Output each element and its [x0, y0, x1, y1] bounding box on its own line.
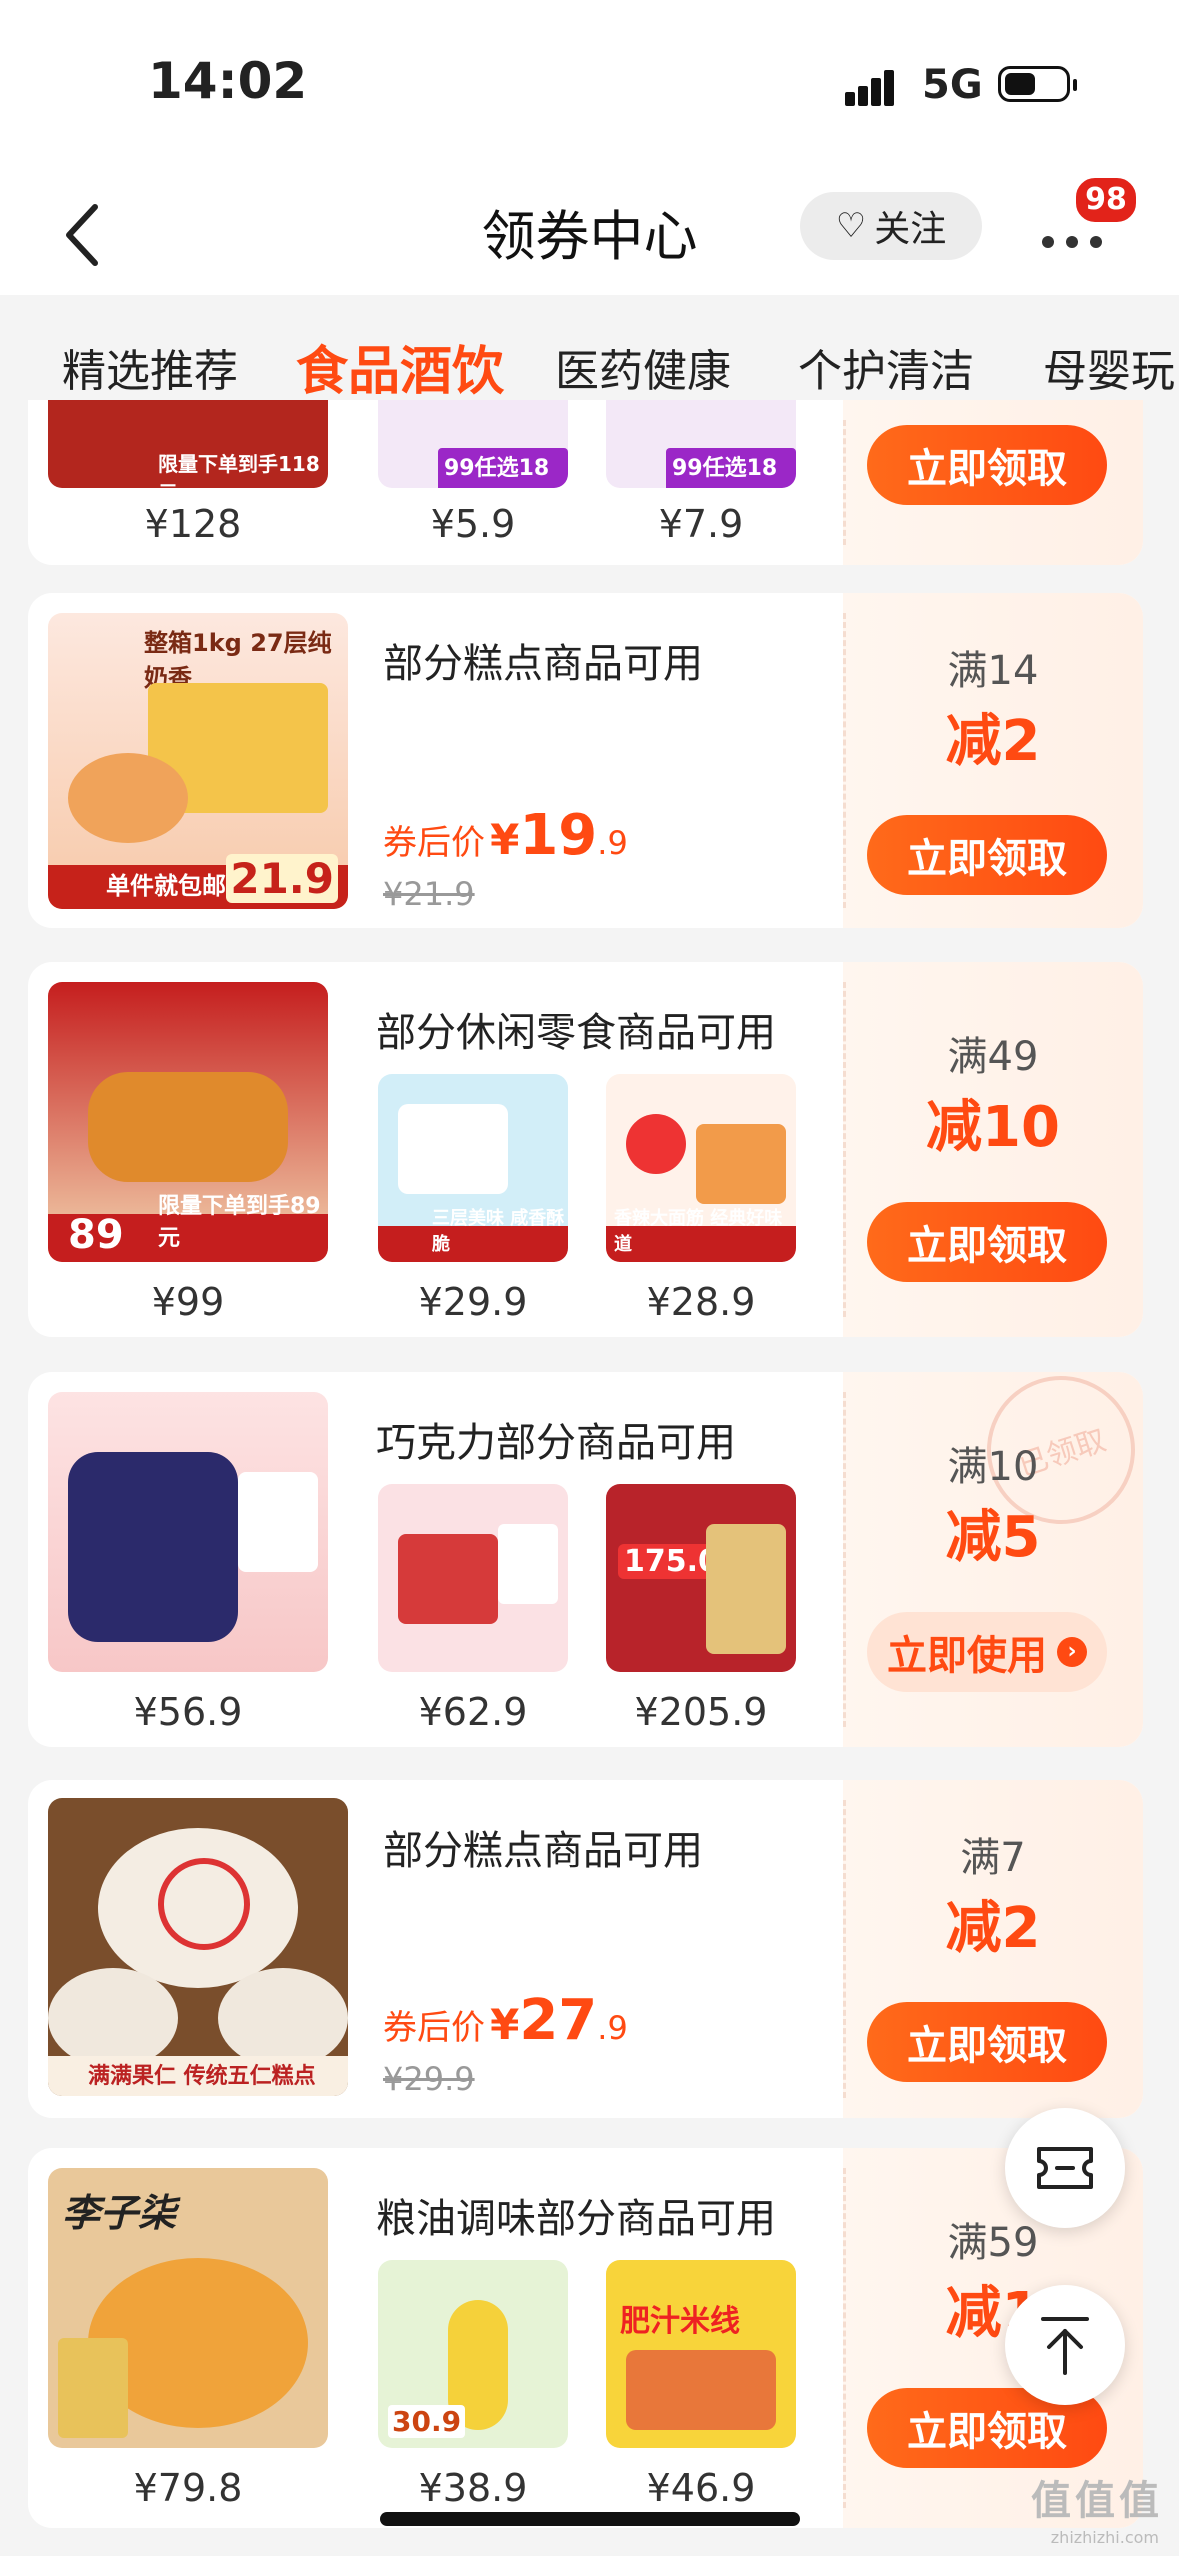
coupon-description: 巧克力部分商品可用 — [376, 1420, 736, 1466]
status-time: 14:02 — [148, 52, 308, 110]
after-coupon-price: 券后价 ¥19.9 — [383, 803, 628, 868]
page-title: 领券中心 — [481, 205, 698, 268]
product-price: ¥38.9 — [418, 2466, 528, 2510]
product-image[interactable]: 30.9 — [378, 2260, 568, 2448]
nav-bar: 领券中心 ♡ 关注 98 — [0, 170, 1179, 295]
claim-coupon-button[interactable]: 立即领取 — [867, 425, 1107, 505]
status-bar: 14:02 5G — [0, 0, 1179, 170]
coupon-discount: 减2 — [945, 1896, 1041, 1961]
coupon-card: 限量下单到手118元 99任选18件 99任选18件 ¥128 ¥5.9 ¥7.… — [28, 400, 1143, 565]
tab-personal-care[interactable]: 个护清洁 — [798, 335, 974, 399]
coupon-description: 部分糕点商品可用 — [383, 641, 703, 687]
product-image[interactable]: 175.0 — [606, 1484, 796, 1672]
after-coupon-price: 券后价 ¥27.9 — [383, 1988, 628, 2053]
tab-medicine-health[interactable]: 医药健康 — [555, 335, 731, 399]
follow-button[interactable]: ♡ 关注 — [800, 192, 982, 260]
signal-icon — [845, 66, 905, 106]
claim-coupon-button[interactable]: 立即领取 — [867, 1202, 1107, 1282]
product-price: ¥79.8 — [133, 2466, 243, 2510]
coupon-discount: 减10 — [926, 1095, 1060, 1160]
coupon-card: 89 限量下单到手89元 三层美味 咸香酥脆 香辣大面筋 经典好味道 ¥99 ¥… — [28, 962, 1143, 1337]
product-image[interactable] — [48, 1392, 328, 1672]
coupon-threshold: 满49 — [947, 1034, 1039, 1080]
home-indicator — [380, 2512, 800, 2526]
tab-mother-baby[interactable]: 母婴玩 — [1043, 335, 1175, 399]
product-price: ¥7.9 — [658, 502, 744, 546]
product-image[interactable]: 整箱1kg 27层纯奶香 单件就包邮 21.9 — [48, 613, 348, 909]
claim-coupon-button[interactable]: 立即领取 — [867, 815, 1107, 895]
product-image[interactable]: 限量下单到手118元 — [48, 400, 328, 488]
chevron-right-icon: › — [1057, 1637, 1087, 1667]
product-price: ¥29.9 — [418, 1280, 528, 1324]
coupon-threshold: 满59 — [947, 2220, 1039, 2266]
product-price: ¥62.9 — [418, 1690, 528, 1734]
product-image[interactable]: 满满果仁 传统五仁糕点 — [48, 1798, 348, 2096]
coupon-card: 整箱1kg 27层纯奶香 单件就包邮 21.9 部分糕点商品可用 券后价 ¥19… — [28, 593, 1143, 928]
coupon-card: 已领取 175.0 ¥56.9 ¥62.9 ¥205.9 巧克力部分商品可用 满… — [28, 1372, 1143, 1747]
follow-label: 关注 — [874, 209, 947, 250]
product-price: ¥46.9 — [646, 2466, 756, 2510]
product-image[interactable] — [378, 1484, 568, 1672]
coupon-ticket-button[interactable] — [1005, 2108, 1125, 2228]
product-price: ¥205.9 — [634, 1690, 768, 1734]
coupon-threshold: 满14 — [947, 648, 1039, 694]
use-coupon-button[interactable]: 立即使用 › — [867, 1612, 1107, 1692]
product-image[interactable]: 三层美味 咸香酥脆 — [378, 1074, 568, 1262]
coupon-description: 部分休闲零食商品可用 — [376, 1010, 776, 1056]
product-image[interactable]: 李子柒 — [48, 2168, 328, 2448]
claim-coupon-button[interactable]: 立即领取 — [867, 2002, 1107, 2082]
coupon-description: 粮油调味部分商品可用 — [376, 2196, 776, 2242]
product-image[interactable]: 99任选18件 — [606, 400, 796, 488]
battery-icon — [998, 66, 1077, 102]
coupon-card: 满满果仁 传统五仁糕点 部分糕点商品可用 券后价 ¥27.9 ¥29.9 满7 … — [28, 1780, 1143, 2118]
coupon-description: 部分糕点商品可用 — [383, 1828, 703, 1874]
product-price: ¥28.9 — [646, 1280, 756, 1324]
message-badge: 98 — [1073, 175, 1139, 225]
product-price: ¥56.9 — [133, 1690, 243, 1734]
coupon-threshold: 满7 — [960, 1835, 1026, 1881]
back-to-top-button[interactable] — [1005, 2285, 1125, 2405]
tab-food-drinks[interactable]: 食品酒饮 — [296, 329, 504, 404]
ticket-icon — [1037, 2147, 1093, 2189]
product-image[interactable]: 99任选18件 — [378, 400, 568, 488]
coupon-threshold: 满10 — [947, 1444, 1039, 1490]
watermark-url: zhizhizhi.com — [1050, 2528, 1159, 2547]
original-price: ¥29.9 — [383, 2060, 475, 2098]
coupon-discount: 减5 — [945, 1505, 1041, 1570]
product-image[interactable]: 肥汁米线 — [606, 2260, 796, 2448]
product-price: ¥5.9 — [430, 502, 516, 546]
coupon-discount: 减2 — [945, 709, 1041, 774]
tab-featured[interactable]: 精选推荐 — [62, 335, 238, 399]
coupon-card: 李子柒 30.9 肥汁米线 ¥79.8 ¥38.9 ¥46.9 粮油调味部分商品… — [28, 2148, 1143, 2528]
watermark-logo: 值值值 — [1031, 2478, 1163, 2524]
product-price: ¥99 — [151, 1280, 225, 1324]
original-price: ¥21.9 — [383, 875, 475, 913]
product-image[interactable]: 89 限量下单到手89元 — [48, 982, 328, 1262]
heart-plus-icon: ♡ — [835, 206, 867, 246]
network-label: 5G — [922, 62, 983, 108]
product-price: ¥128 — [144, 502, 242, 546]
product-image[interactable]: 香辣大面筋 经典好味道 — [606, 1074, 796, 1262]
arrow-up-icon — [1041, 2317, 1089, 2375]
